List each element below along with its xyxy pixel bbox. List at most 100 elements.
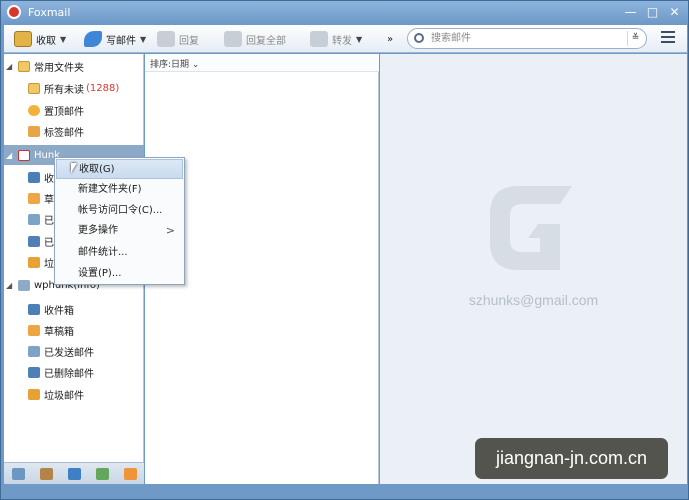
junk-icon bbox=[28, 388, 40, 400]
folder-label: 收件箱 bbox=[44, 305, 74, 317]
menu-item-new-folder[interactable]: 新建文件夹(F) bbox=[56, 180, 183, 200]
sidebar-footer bbox=[4, 462, 144, 484]
tag-icon bbox=[28, 125, 40, 137]
mouse-cursor-icon bbox=[71, 163, 77, 173]
chevron-down-icon[interactable]: ▼ bbox=[140, 35, 146, 44]
contacts-icon[interactable] bbox=[39, 467, 53, 480]
receive-button[interactable]: 收取 ▼ bbox=[14, 28, 66, 50]
sidebar-item-tagged[interactable]: 标签邮件 bbox=[4, 121, 144, 141]
sort-label: 排序:日期 bbox=[150, 60, 190, 70]
folder-label: 已删除邮件 bbox=[44, 368, 94, 380]
compose-label: 写邮件 bbox=[106, 35, 136, 47]
drafts-icon bbox=[28, 192, 40, 204]
foxmail-logo-icon bbox=[7, 5, 21, 19]
folder-icon bbox=[18, 60, 30, 72]
menu-item-settings[interactable]: 设置(P)... bbox=[56, 264, 183, 284]
account-email: szhunks@gmail.com bbox=[468, 292, 599, 308]
reply-label: 回复 bbox=[179, 35, 199, 47]
favorites-group[interactable]: ◢ 常用文件夹 bbox=[4, 56, 144, 76]
title-bar: Foxmail — □ ✕ bbox=[1, 1, 688, 25]
menu-item-statistics[interactable]: 邮件统计... bbox=[56, 243, 183, 263]
folder-icon bbox=[28, 82, 40, 94]
submenu-arrow-icon: > bbox=[165, 224, 175, 237]
folder-label: 已 bbox=[44, 215, 54, 227]
unread-count-badge: (1288) bbox=[86, 82, 120, 94]
menu-item-label: 帐号访问口令(C)... bbox=[78, 205, 163, 216]
trash-icon bbox=[28, 366, 40, 378]
watermark-text: jiangnan-jn.com.cn bbox=[475, 438, 668, 479]
chevron-down-icon[interactable]: ▼ bbox=[356, 35, 362, 44]
all-unread-label: 所有未读 bbox=[44, 84, 84, 96]
close-button[interactable]: ✕ bbox=[666, 5, 683, 20]
reply-button[interactable]: 回复 bbox=[157, 28, 199, 50]
compose-button[interactable]: 写邮件 ▼ bbox=[84, 28, 146, 50]
folder-label: 垃 bbox=[44, 258, 54, 270]
sidebar-item-drafts[interactable]: 草稿箱 bbox=[4, 320, 144, 340]
inbox-tray-icon bbox=[14, 31, 32, 47]
reply-all-button[interactable]: 回复全部 bbox=[224, 28, 286, 50]
minimize-button[interactable]: — bbox=[622, 5, 639, 20]
menu-item-label: 更多操作 bbox=[78, 225, 118, 236]
sidebar-item-all-unread[interactable]: 所有未读 (1288) bbox=[4, 78, 144, 98]
menu-item-label: 邮件统计... bbox=[78, 247, 128, 258]
computer-icon bbox=[18, 279, 30, 291]
receive-label: 收取 bbox=[36, 35, 56, 47]
pinned-label: 置顶邮件 bbox=[44, 106, 84, 118]
folder-label: 草 bbox=[44, 194, 54, 206]
drafts-icon bbox=[28, 324, 40, 336]
inbox-icon bbox=[28, 303, 40, 315]
notes-icon[interactable] bbox=[95, 467, 109, 480]
chevron-down-icon[interactable]: ▼ bbox=[60, 35, 66, 44]
menu-item-account-password[interactable]: 帐号访问口令(C)... bbox=[56, 201, 183, 221]
trash-icon bbox=[28, 235, 40, 247]
context-menu: 收取(G) 新建文件夹(F) 帐号访问口令(C)... 更多操作 > 邮件统计..… bbox=[54, 157, 185, 285]
sent-icon bbox=[28, 213, 40, 225]
sidebar-item-sent[interactable]: 已发送邮件 bbox=[4, 341, 144, 361]
more-label: » bbox=[387, 33, 394, 45]
folder-label: 草稿箱 bbox=[44, 326, 74, 338]
window-title: Foxmail bbox=[28, 6, 71, 19]
forward-arrow-icon bbox=[310, 31, 328, 47]
menu-item-label: 收取(G) bbox=[79, 164, 115, 175]
reply-arrow-icon bbox=[157, 31, 175, 47]
collapse-arrow-icon[interactable]: ◢ bbox=[6, 281, 16, 290]
sidebar-item-inbox[interactable]: 收件箱 bbox=[4, 299, 144, 319]
hamburger-menu-icon[interactable] bbox=[661, 31, 675, 45]
sidebar-item-deleted[interactable]: 已删除邮件 bbox=[4, 362, 144, 382]
app-window: Foxmail — □ ✕ 收取 ▼ 写邮件 ▼ 回复 回复全部 转发 ▼ » … bbox=[0, 0, 689, 500]
junk-icon bbox=[28, 256, 40, 268]
tagged-label: 标签邮件 bbox=[44, 127, 84, 139]
star-icon bbox=[28, 104, 40, 116]
preview-pane: szhunks@gmail.com bbox=[380, 54, 687, 484]
menu-item-more-actions[interactable]: 更多操作 > bbox=[56, 221, 183, 241]
sidebar-item-pinned[interactable]: 置顶邮件 bbox=[4, 100, 144, 120]
more-toolbar-button[interactable]: » bbox=[387, 28, 393, 50]
reply-all-arrow-icon bbox=[224, 31, 242, 47]
search-box: ≚ bbox=[407, 28, 647, 49]
rss-icon[interactable] bbox=[123, 467, 137, 480]
menu-item-label: 设置(P)... bbox=[78, 268, 122, 279]
menu-item-label: 新建文件夹(F) bbox=[78, 184, 142, 195]
search-icon bbox=[414, 33, 424, 43]
maximize-button[interactable]: □ bbox=[644, 5, 661, 20]
toolbar: 收取 ▼ 写邮件 ▼ 回复 回复全部 转发 ▼ » ≚ bbox=[4, 25, 687, 53]
folder-label: 已发送邮件 bbox=[44, 347, 94, 359]
folder-label: 收 bbox=[44, 173, 54, 185]
search-dropdown-icon[interactable]: ≚ bbox=[627, 31, 643, 46]
sort-bar[interactable]: 排序:日期 ⌄ bbox=[145, 54, 379, 72]
collapse-arrow-icon[interactable]: ◢ bbox=[6, 151, 16, 160]
chevron-down-icon: ⌄ bbox=[191, 60, 200, 70]
sent-icon bbox=[28, 345, 40, 357]
calendar-icon[interactable] bbox=[67, 467, 81, 480]
mail-view-icon[interactable] bbox=[11, 467, 25, 480]
foxmail-g-logo-icon bbox=[490, 186, 572, 270]
gmail-icon bbox=[18, 149, 30, 161]
sidebar-item-junk[interactable]: 垃圾邮件 bbox=[4, 384, 144, 404]
folder-label: 已 bbox=[44, 237, 54, 249]
forward-button[interactable]: 转发 ▼ bbox=[310, 28, 362, 50]
collapse-arrow-icon[interactable]: ◢ bbox=[6, 62, 16, 71]
search-input[interactable] bbox=[431, 31, 621, 46]
folder-label: 垃圾邮件 bbox=[44, 390, 84, 402]
inbox-icon bbox=[28, 171, 40, 183]
favorites-label: 常用文件夹 bbox=[34, 62, 84, 74]
